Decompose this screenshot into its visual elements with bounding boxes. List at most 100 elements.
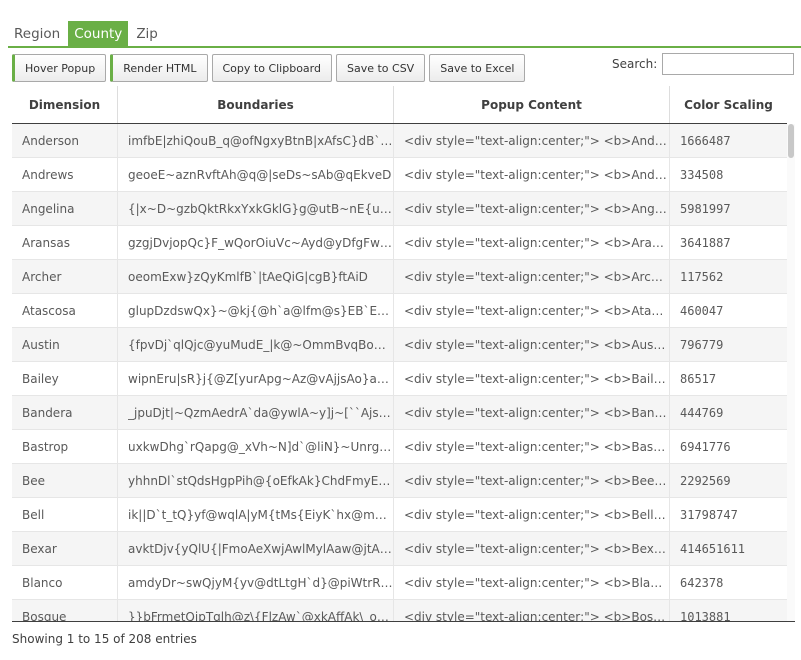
cell-boundaries-text: }}bFrmetQipTqlh@z\{FlzAw`@xkAffAk\_o… [128, 609, 389, 622]
cell-popup-content: <div style="text-align:center;"> <b>Ande… [393, 124, 669, 157]
table-row[interactable]: Austin {fpvDj`qlQjc@yuMudE_|k@~OmmBvqBoh…… [12, 328, 787, 362]
cell-popup-content: <div style="text-align:center;"> <b>Bee<… [393, 464, 669, 497]
cell-popup-content: <div style="text-align:center;"> <b>Bail… [393, 362, 669, 395]
cell-popup-content-text: <div style="text-align:center;"> <b>Ande… [404, 133, 669, 148]
cell-popup-content: <div style="text-align:center;"> <b>Andr… [393, 158, 669, 191]
cell-color-scaling: 460047 [669, 294, 787, 327]
cell-dimension: Bosque [12, 600, 117, 622]
cell-boundaries-text: {fpvDj`qlQjc@yuMudE_|k@~OmmBvqBoh… [128, 337, 393, 352]
table-row[interactable]: Atascosa glupDzdswQx}~@kj{@h`a@lfm@s}EB`E… [12, 294, 787, 328]
cell-dimension: Atascosa [12, 294, 117, 327]
cell-color-scaling: 796779 [669, 328, 787, 361]
cell-color-scaling: 444769 [669, 396, 787, 429]
table-header: Dimension Boundaries Popup Content Color… [12, 86, 787, 124]
cell-color-scaling: 6941776 [669, 430, 787, 463]
cell-dimension: Bee [12, 464, 117, 497]
cell-dimension: Bell [12, 498, 117, 531]
level-tabs: Region County Zip [8, 21, 164, 47]
cell-boundaries: avktDjv{yQlU{|FmoAeXwjAwlMylAaw@jtAk… [117, 532, 393, 565]
render-html-button[interactable]: Render HTML [110, 54, 208, 82]
cell-color-scaling-text: 460047 [680, 303, 724, 318]
cell-dimension-text: Angelina [22, 201, 75, 216]
cell-dimension: Anderson [12, 124, 117, 157]
cell-color-scaling-text: 796779 [680, 337, 724, 352]
cell-dimension-text: Bailey [22, 371, 59, 386]
cell-popup-content-text: <div style="text-align:center;"> <b>Band… [404, 405, 669, 420]
cell-dimension-text: Bell [22, 507, 45, 522]
cell-boundaries: wipnEru|sR}j{@Z[yurApg~Az@vAjjsAo}a@iV [117, 362, 393, 395]
cell-color-scaling-text: 2292569 [680, 473, 731, 488]
cell-boundaries: gzgjDvjopQc}F_wQorOiuVc~Ayd@yDfgFwl… [117, 226, 393, 259]
cell-popup-content-text: <div style="text-align:center;"> <b>Bexa… [404, 541, 669, 556]
cell-popup-content-text: <div style="text-align:center;"> <b>Bee<… [404, 473, 669, 488]
table-body: Anderson imfbE|zhiQouB_q@ofNgxyBtnB|xAfsC… [12, 124, 787, 622]
cell-dimension-text: Bandera [22, 405, 73, 420]
table-row[interactable]: Bastrop uxkwDhg`rQapg@_xVh~N]d`@liN}~Unrg… [12, 430, 787, 464]
save-to-excel-button[interactable]: Save to Excel [429, 54, 526, 82]
cell-boundaries-text: amdyDr~swQjyM{yv@dtLtgH`d}@piWtrRr… [128, 575, 393, 590]
cell-dimension: Bastrop [12, 430, 117, 463]
table-row[interactable]: Bexar avktDjv{yQlU{|FmoAeXwjAwlMylAaw@jtA… [12, 532, 787, 566]
cell-popup-content: <div style="text-align:center;"> <b>Bexa… [393, 532, 669, 565]
cell-color-scaling: 86517 [669, 362, 787, 395]
column-header-dimension[interactable]: Dimension [12, 86, 117, 123]
cell-dimension-text: Bastrop [22, 439, 69, 454]
cell-popup-content-text: <div style="text-align:center;"> <b>Bosq… [404, 609, 669, 622]
cell-popup-content-text: <div style="text-align:center;"> <b>Blan… [404, 575, 669, 590]
tab-zip[interactable]: Zip [130, 21, 164, 47]
column-header-popup-content[interactable]: Popup Content [393, 86, 669, 123]
table-row[interactable]: Bee yhhnDl`stQdsHgpPih@{oEfkAk}ChdFmyEv… <… [12, 464, 787, 498]
tab-county[interactable]: County [68, 21, 129, 47]
cell-color-scaling-text: 3641887 [680, 235, 731, 250]
table-row[interactable]: Bailey wipnEru|sR}j{@Z[yurApg~Az@vAjjsAo}… [12, 362, 787, 396]
column-header-boundaries[interactable]: Boundaries [117, 86, 393, 123]
tab-underline [8, 46, 801, 48]
scrollbar-thumb[interactable] [788, 124, 794, 158]
table-row[interactable]: Aransas gzgjDvjopQc}F_wQorOiuVc~Ayd@yDfgF… [12, 226, 787, 260]
cell-boundaries-text: wipnEru|sR}j{@Z[yurApg~Az@vAjjsAo}a@iV [128, 371, 393, 386]
tab-region[interactable]: Region [8, 21, 66, 47]
hover-popup-button[interactable]: Hover Popup [12, 54, 107, 82]
cell-popup-content-text: <div style="text-align:center;"> <b>Atas… [404, 303, 669, 318]
vertical-scrollbar[interactable] [787, 124, 795, 621]
cell-popup-content: <div style="text-align:center;"> <b>Arch… [393, 260, 669, 293]
table-row[interactable]: Archer oeomExw}zQyKmlfB`|tAeQiG|cgB}ftAiD… [12, 260, 787, 294]
cell-boundaries-text: imfbE|zhiQouB_q@ofNgxyBtnB|xAfsC}dB`… [128, 133, 393, 148]
table-row[interactable]: Bell ik||D`t_tQ}yf@wqlA|yM{tMs{EiyK`hx@mp… [12, 498, 787, 532]
cell-popup-content: <div style="text-align:center;"> <b>Ange… [393, 192, 669, 225]
save-to-csv-button[interactable]: Save to CSV [335, 54, 426, 82]
column-header-color-scaling[interactable]: Color Scaling [669, 86, 787, 123]
copy-to-clipboard-button[interactable]: Copy to Clipboard [211, 54, 332, 82]
cell-boundaries-text: yhhnDl`stQdsHgpPih@{oEfkAk}ChdFmyEv… [128, 473, 393, 488]
cell-boundaries: imfbE|zhiQouB_q@ofNgxyBtnB|xAfsC}dB`… [117, 124, 393, 157]
cell-color-scaling-text: 414651611 [680, 541, 746, 556]
table-row[interactable]: Anderson imfbE|zhiQouB_q@ofNgxyBtnB|xAfsC… [12, 124, 787, 158]
cell-boundaries: ik||D`t_tQ}yf@wqlA|yM{tMs{EiyK`hx@mpg… [117, 498, 393, 531]
cell-popup-content-text: <div style="text-align:center;"> <b>Ange… [404, 201, 669, 216]
table-row[interactable]: Angelina {|x~D~gzbQktRkxYxkGklG}g@utB~nE{… [12, 192, 787, 226]
cell-popup-content: <div style="text-align:center;"> <b>Blan… [393, 566, 669, 599]
table-row[interactable]: Andrews geoeE~aznRvftAh@q@|seDs~sAb@qEkve… [12, 158, 787, 192]
toolbar: Hover Popup Render HTML Copy to Clipboar… [12, 54, 529, 82]
cell-color-scaling-text: 1013881 [680, 609, 731, 622]
cell-boundaries: amdyDr~swQjyM{yv@dtLtgH`d}@piWtrRr… [117, 566, 393, 599]
cell-popup-content-text: <div style="text-align:center;"> <b>Bail… [404, 371, 669, 386]
cell-boundaries: {|x~D~gzbQktRkxYxkGklG}g@utB~nE{uMvf… [117, 192, 393, 225]
cell-color-scaling: 3641887 [669, 226, 787, 259]
cell-dimension: Bandera [12, 396, 117, 429]
cell-dimension-text: Blanco [22, 575, 63, 590]
table-row[interactable]: Blanco amdyDr~swQjyM{yv@dtLtgH`d}@piWtrRr… [12, 566, 787, 600]
cell-color-scaling-text: 117562 [680, 269, 724, 284]
cell-dimension: Bexar [12, 532, 117, 565]
cell-color-scaling: 642378 [669, 566, 787, 599]
cell-boundaries-text: ik||D`t_tQ}yf@wqlA|yM{tMs{EiyK`hx@mpg… [128, 507, 393, 522]
cell-popup-content: <div style="text-align:center;"> <b>Bell… [393, 498, 669, 531]
cell-popup-content: <div style="text-align:center;"> <b>Atas… [393, 294, 669, 327]
cell-color-scaling: 414651611 [669, 532, 787, 565]
cell-boundaries-text: oeomExw}zQyKmlfB`|tAeQiG|cgB}ftAiD [128, 269, 368, 284]
search-input[interactable] [662, 53, 794, 75]
table-row[interactable]: Bandera _jpuDjt|~QzmAedrA`da@ywlA~y]j~[``… [12, 396, 787, 430]
cell-boundaries: }}bFrmetQipTqlh@z\{FlzAw`@xkAffAk\_o… [117, 600, 393, 622]
cell-popup-content: <div style="text-align:center;"> <b>Band… [393, 396, 669, 429]
table-row[interactable]: Bosque }}bFrmetQipTqlh@z\{FlzAw`@xkAffAk\… [12, 600, 787, 622]
